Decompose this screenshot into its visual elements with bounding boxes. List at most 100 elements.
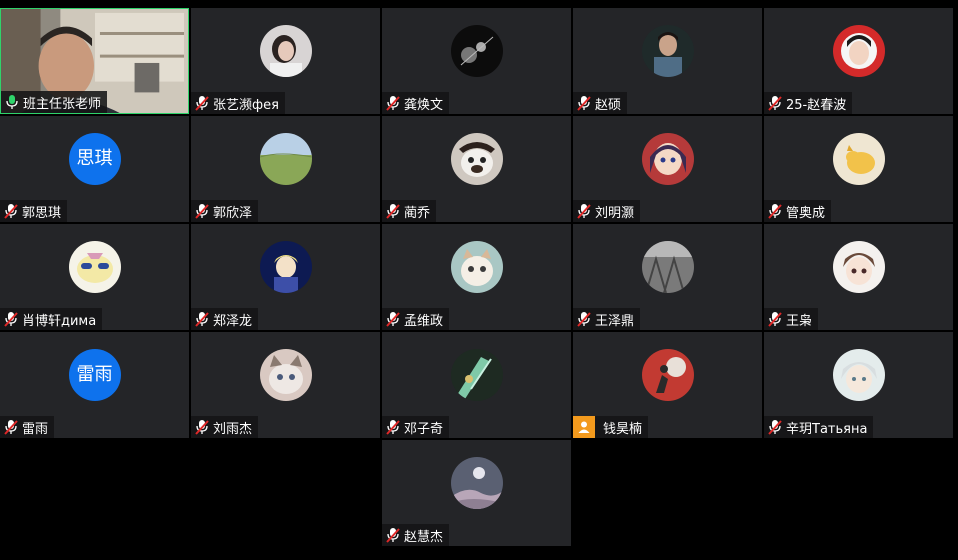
participant-tile[interactable]: 雷雨 雷雨 bbox=[0, 332, 189, 438]
participant-name-bar: 刘雨杰 bbox=[191, 416, 259, 438]
participant-name: 邓子奇 bbox=[404, 421, 444, 437]
participant-name: 管奥成 bbox=[786, 205, 826, 221]
microphone-muted-icon bbox=[195, 204, 209, 219]
microphone-muted-icon bbox=[4, 312, 18, 327]
participant-name-bar: 钱昊楠 bbox=[573, 416, 649, 438]
participant-name-bar: 王枭 bbox=[764, 308, 819, 330]
participant-name-bar: 25-赵春波 bbox=[764, 92, 853, 114]
avatar bbox=[259, 133, 312, 185]
participant-tile[interactable]: 王泽鼎 bbox=[573, 224, 762, 330]
avatar bbox=[832, 133, 885, 185]
microphone-muted-icon bbox=[768, 312, 782, 327]
participant-name-bar: 赵硕 bbox=[573, 92, 628, 114]
microphone-muted-icon bbox=[768, 96, 782, 111]
microphone-on-icon bbox=[6, 95, 18, 109]
participant-name: 刘雨杰 bbox=[213, 421, 253, 437]
participant-tile[interactable]: 赵硕 bbox=[573, 8, 762, 114]
microphone-muted-icon bbox=[577, 96, 591, 111]
participant-tile[interactable]: 思琪 郭思琪 bbox=[0, 116, 189, 222]
microphone-muted-icon bbox=[386, 312, 400, 327]
microphone-muted-icon bbox=[768, 204, 782, 219]
participant-name: 郭欣泽 bbox=[213, 205, 253, 221]
avatar bbox=[259, 349, 312, 401]
avatar bbox=[259, 25, 312, 77]
microphone-muted-icon bbox=[386, 420, 400, 435]
participant-tile[interactable]: 肖博轩дима bbox=[0, 224, 189, 330]
participant-name-bar: 郑泽龙 bbox=[191, 308, 259, 330]
participant-tile[interactable]: 蔺乔 bbox=[382, 116, 571, 222]
person-icon bbox=[573, 416, 595, 438]
participant-name-bar: 雷雨 bbox=[0, 416, 55, 438]
participant-name-bar: 赵慧杰 bbox=[382, 524, 450, 546]
participant-name: 辛玥Татьяна bbox=[786, 421, 868, 437]
participant-name: 王枭 bbox=[786, 313, 813, 329]
avatar bbox=[832, 241, 885, 293]
participant-name-bar: 孟维政 bbox=[382, 308, 450, 330]
participant-name-bar: 蔺乔 bbox=[382, 200, 437, 222]
participant-tile[interactable]: 钱昊楠 bbox=[573, 332, 762, 438]
avatar bbox=[450, 349, 503, 401]
avatar bbox=[832, 349, 885, 401]
avatar bbox=[259, 241, 312, 293]
microphone-muted-icon bbox=[195, 420, 209, 435]
participant-name-bar: 龚焕文 bbox=[382, 92, 450, 114]
microphone-muted-icon bbox=[386, 528, 400, 543]
microphone-muted-icon bbox=[4, 420, 18, 435]
microphone-muted-icon bbox=[577, 204, 591, 219]
participant-tile[interactable]: 龚焕文 bbox=[382, 8, 571, 114]
avatar bbox=[641, 241, 694, 293]
participant-name: 龚焕文 bbox=[404, 97, 444, 113]
participant-name: 赵慧杰 bbox=[404, 529, 444, 545]
participant-tile[interactable]: 王枭 bbox=[764, 224, 953, 330]
participant-tile[interactable]: 管奥成 bbox=[764, 116, 953, 222]
participant-tile[interactable]: 赵慧杰 bbox=[382, 440, 571, 546]
participant-name: 郑泽龙 bbox=[213, 313, 253, 329]
participant-name: 蔺乔 bbox=[404, 205, 431, 221]
participant-name-bar: 郭思琪 bbox=[0, 200, 68, 222]
participant-tile[interactable]: 刘雨杰 bbox=[191, 332, 380, 438]
participant-tile[interactable]: 孟维政 bbox=[382, 224, 571, 330]
participant-name: 郭思琪 bbox=[22, 205, 62, 221]
avatar bbox=[641, 133, 694, 185]
participant-tile-active-speaker[interactable]: 班主任张老师 bbox=[0, 8, 189, 114]
participant-name-bar: 郭欣泽 bbox=[191, 200, 259, 222]
participant-name-bar: 邓子奇 bbox=[382, 416, 450, 438]
participant-tile[interactable]: 辛玥Татьяна bbox=[764, 332, 953, 438]
participant-name: 张艺濒фея bbox=[213, 97, 279, 113]
avatar bbox=[450, 241, 503, 293]
participant-name: 钱昊楠 bbox=[603, 421, 643, 437]
participant-tile[interactable]: 25-赵春波 bbox=[764, 8, 953, 114]
avatar bbox=[641, 25, 694, 77]
participant-name: 刘明灏 bbox=[595, 205, 635, 221]
avatar bbox=[450, 25, 503, 77]
participant-name: 王泽鼎 bbox=[595, 313, 635, 329]
participant-name: 孟维政 bbox=[404, 313, 444, 329]
participant-tile[interactable]: 刘明灏 bbox=[573, 116, 762, 222]
participant-name-bar: 辛玥Татьяна bbox=[764, 416, 874, 438]
avatar-initials: 思琪 bbox=[68, 133, 121, 185]
avatar bbox=[832, 25, 885, 77]
avatar bbox=[450, 133, 503, 185]
participant-name: 肖博轩дима bbox=[22, 313, 97, 329]
avatar-initials: 雷雨 bbox=[68, 349, 121, 401]
participant-name-bar: 王泽鼎 bbox=[573, 308, 641, 330]
microphone-muted-icon bbox=[386, 96, 400, 111]
participant-tile[interactable]: 郑泽龙 bbox=[191, 224, 380, 330]
participant-name-bar: 刘明灏 bbox=[573, 200, 641, 222]
avatar bbox=[450, 457, 503, 509]
avatar bbox=[641, 349, 694, 401]
participant-tile[interactable]: 张艺濒фея bbox=[191, 8, 380, 114]
microphone-muted-icon bbox=[386, 204, 400, 219]
participant-tile[interactable]: 郭欣泽 bbox=[191, 116, 380, 222]
participant-name-bar: 肖博轩дима bbox=[0, 308, 103, 330]
microphone-muted-icon bbox=[195, 312, 209, 327]
microphone-muted-icon bbox=[195, 96, 209, 111]
microphone-muted-icon bbox=[577, 312, 591, 327]
participant-name-bar: 张艺濒фея bbox=[191, 92, 285, 114]
avatar bbox=[68, 241, 121, 293]
participant-name: 雷雨 bbox=[22, 421, 49, 437]
participant-name: 25-赵春波 bbox=[786, 97, 847, 113]
participant-name: 赵硕 bbox=[595, 97, 622, 113]
microphone-muted-icon bbox=[4, 204, 18, 219]
participant-tile[interactable]: 邓子奇 bbox=[382, 332, 571, 438]
